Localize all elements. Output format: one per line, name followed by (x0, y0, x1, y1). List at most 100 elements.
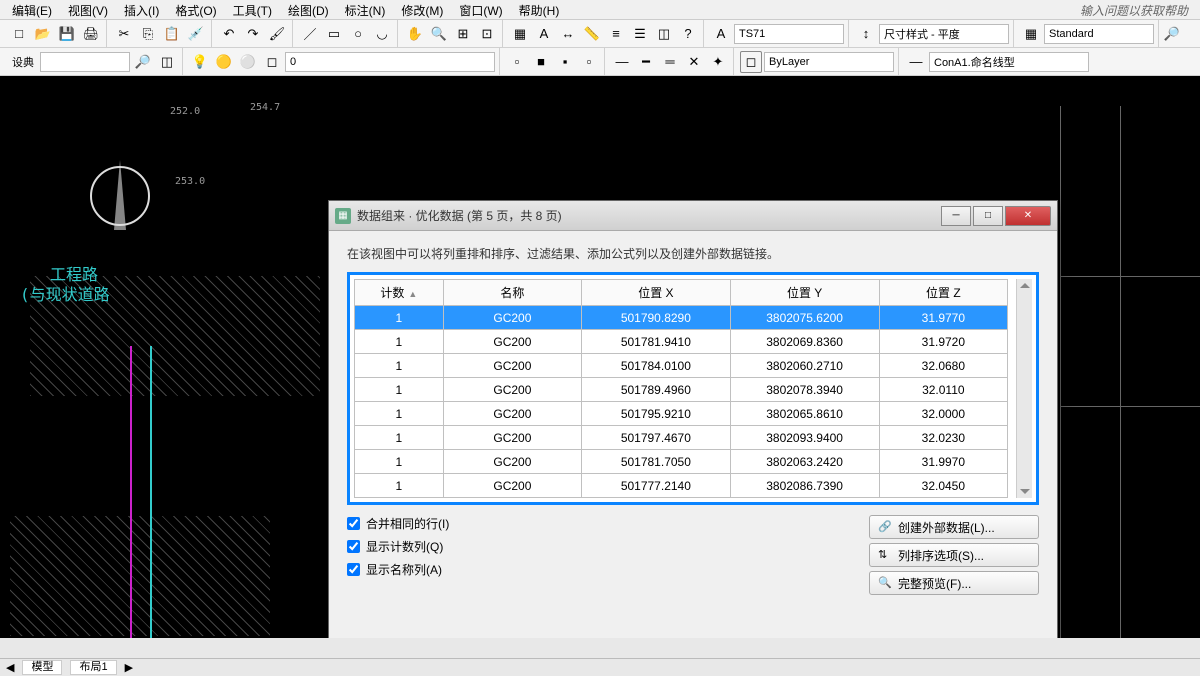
table-row[interactable]: 1GC200501777.21403802086.739032.0450 (355, 474, 1008, 498)
lw1-icon[interactable]: — (611, 51, 633, 73)
table-row[interactable]: 1GC200501795.92103802065.861032.0000 (355, 402, 1008, 426)
tab-model[interactable]: 模型 (22, 660, 62, 675)
table-style-select[interactable] (1044, 24, 1154, 44)
help-icon[interactable]: ? (677, 23, 699, 45)
rect-icon[interactable]: ▭ (323, 23, 345, 45)
layers-icon[interactable]: ≡ (605, 23, 627, 45)
dyn-icon[interactable]: ✦ (707, 51, 729, 73)
zoom-extents-icon[interactable]: 🔍 (428, 23, 450, 45)
new-icon[interactable]: □ (8, 23, 30, 45)
table-row[interactable]: 1GC200501797.46703802093.940032.0230 (355, 426, 1008, 450)
dim-tool-icon[interactable]: ↔ (557, 23, 579, 45)
menu-format[interactable]: 格式(O) (167, 0, 224, 19)
text-style-select[interactable] (734, 24, 844, 44)
cell-y: 3802078.3940 (730, 378, 879, 402)
full-preview-button[interactable]: 🔍 完整预览(F)... (869, 571, 1039, 595)
bulb3-icon[interactable]: ◻ (261, 51, 283, 73)
table-row[interactable]: 1GC200501781.94103802069.836031.9720 (355, 330, 1008, 354)
match-icon[interactable]: 💉 (185, 23, 207, 45)
open-icon[interactable]: 📂 (32, 23, 54, 45)
checkbox-show-count[interactable]: 显示计数列(Q) (347, 538, 449, 555)
sun-icon[interactable]: 🟡 (213, 51, 235, 73)
header-count[interactable]: 计数▲ (355, 280, 444, 306)
dim-style-select[interactable] (879, 24, 1009, 44)
zoom-window-icon[interactable]: ⊞ (452, 23, 474, 45)
drawing-canvas[interactable]: 工程路 (与现状道路 252.0 254.7 253.0 ▦ 数据组来 · 优化… (0, 76, 1200, 638)
menu-dim[interactable]: 标注(N) (337, 0, 394, 19)
checkbox-merge-input[interactable] (347, 517, 360, 530)
table-row[interactable]: 1GC200501789.49603802078.394032.0110 (355, 378, 1008, 402)
ref-icon[interactable]: ◫ (156, 51, 178, 73)
tab-layout1[interactable]: 布局1 (70, 660, 116, 675)
data-table[interactable]: 计数▲ 名称 位置 X 位置 Y 位置 Z 1GC200501790.82903… (354, 279, 1008, 498)
tab-nav-next[interactable]: ▶ (125, 661, 133, 674)
checkbox-merge-rows[interactable]: 合并相同的行(I) (347, 515, 449, 532)
redo-icon[interactable]: ↷ (242, 23, 264, 45)
link-external-button[interactable]: 🔗 创建外部数据(L)... (869, 515, 1039, 539)
lw2-icon[interactable]: ━ (635, 51, 657, 73)
measure-icon[interactable]: 📏 (581, 23, 603, 45)
light-icon[interactable]: 💡 (189, 51, 211, 73)
table-scrollbar[interactable] (1016, 279, 1032, 498)
minimize-button[interactable]: ─ (941, 206, 971, 226)
line-icon[interactable]: ／ (299, 23, 321, 45)
menu-tools[interactable]: 工具(T) (225, 0, 280, 19)
hatch-icon[interactable]: ▦ (509, 23, 531, 45)
header-z[interactable]: 位置 Z (879, 280, 1008, 306)
search-go-icon[interactable]: 🔎 (132, 51, 154, 73)
search-input[interactable] (40, 52, 130, 72)
copy-icon[interactable]: ⎘ (137, 23, 159, 45)
checkbox-show-name[interactable]: 显示名称列(A) (347, 561, 449, 578)
cut-icon[interactable]: ✂ (113, 23, 135, 45)
header-y[interactable]: 位置 Y (730, 280, 879, 306)
checkbox-count-input[interactable] (347, 540, 360, 553)
circle-icon[interactable]: ○ (347, 23, 369, 45)
table-row[interactable]: 1GC200501790.82903802075.620031.9770 (355, 306, 1008, 330)
color-swatch[interactable]: ◻ (740, 51, 762, 73)
sort-options-button[interactable]: ⇅ 列排序选项(S)... (869, 543, 1039, 567)
polar-icon[interactable]: ▪ (554, 51, 576, 73)
table-row[interactable]: 1GC200501781.70503802063.242031.9970 (355, 450, 1008, 474)
layer-select[interactable] (285, 52, 495, 72)
text-tool-icon[interactable]: A (533, 23, 555, 45)
grid-icon[interactable]: ▫ (578, 51, 600, 73)
maximize-button[interactable]: □ (973, 206, 1003, 226)
checkbox-name-input[interactable] (347, 563, 360, 576)
arc-icon[interactable]: ◡ (371, 23, 393, 45)
header-x[interactable]: 位置 X (582, 280, 731, 306)
cell-name: GC200 (443, 378, 581, 402)
header-name[interactable]: 名称 (443, 280, 581, 306)
table-row[interactable]: 1GC200501784.01003802060.271032.0680 (355, 354, 1008, 378)
dialog-titlebar[interactable]: ▦ 数据组来 · 优化数据 (第 5 页，共 8 页) ─ □ ✕ (329, 201, 1057, 231)
zoom-all-icon[interactable]: ⊡ (476, 23, 498, 45)
menu-insert[interactable]: 插入(I) (116, 0, 167, 19)
plot-icon[interactable]: 🖨 (80, 23, 102, 45)
ortho-icon[interactable]: ■ (530, 51, 552, 73)
bylayer-select[interactable] (764, 52, 894, 72)
paste-icon[interactable]: 📋 (161, 23, 183, 45)
menu-modify[interactable]: 修改(M) (393, 0, 451, 19)
lw3-icon[interactable]: ═ (659, 51, 681, 73)
pan-icon[interactable]: ✋ (404, 23, 426, 45)
menu-edit[interactable]: 编辑(E) (4, 0, 60, 19)
help-search[interactable]: 输入问题以获取帮助 (1072, 0, 1196, 19)
close-button[interactable]: ✕ (1005, 206, 1051, 226)
menu-draw[interactable]: 绘图(D) (280, 0, 337, 19)
undo-icon[interactable]: ↶ (218, 23, 240, 45)
menu-window[interactable]: 窗口(W) (451, 0, 510, 19)
snap-icon[interactable]: ▫ (506, 51, 528, 73)
save-icon[interactable]: 💾 (56, 23, 78, 45)
brush-icon[interactable]: 🖌 (266, 23, 288, 45)
linetype-select[interactable] (929, 52, 1089, 72)
menu-view[interactable]: 视图(V) (60, 0, 116, 19)
cell-x: 501781.7050 (582, 450, 731, 474)
block-icon[interactable]: ◫ (653, 23, 675, 45)
find-icon[interactable]: 🔎 (1161, 23, 1183, 45)
tab-nav-prev[interactable]: ◀ (6, 661, 14, 674)
dialog-title: 数据组来 · 优化数据 (第 5 页，共 8 页) (357, 207, 941, 224)
props-icon[interactable]: ☰ (629, 23, 651, 45)
osnap-icon[interactable]: ✕ (683, 51, 705, 73)
bulb2-icon[interactable]: ⚪ (237, 51, 259, 73)
menu-help[interactable]: 帮助(H) (511, 0, 568, 19)
cell-count: 1 (355, 450, 444, 474)
